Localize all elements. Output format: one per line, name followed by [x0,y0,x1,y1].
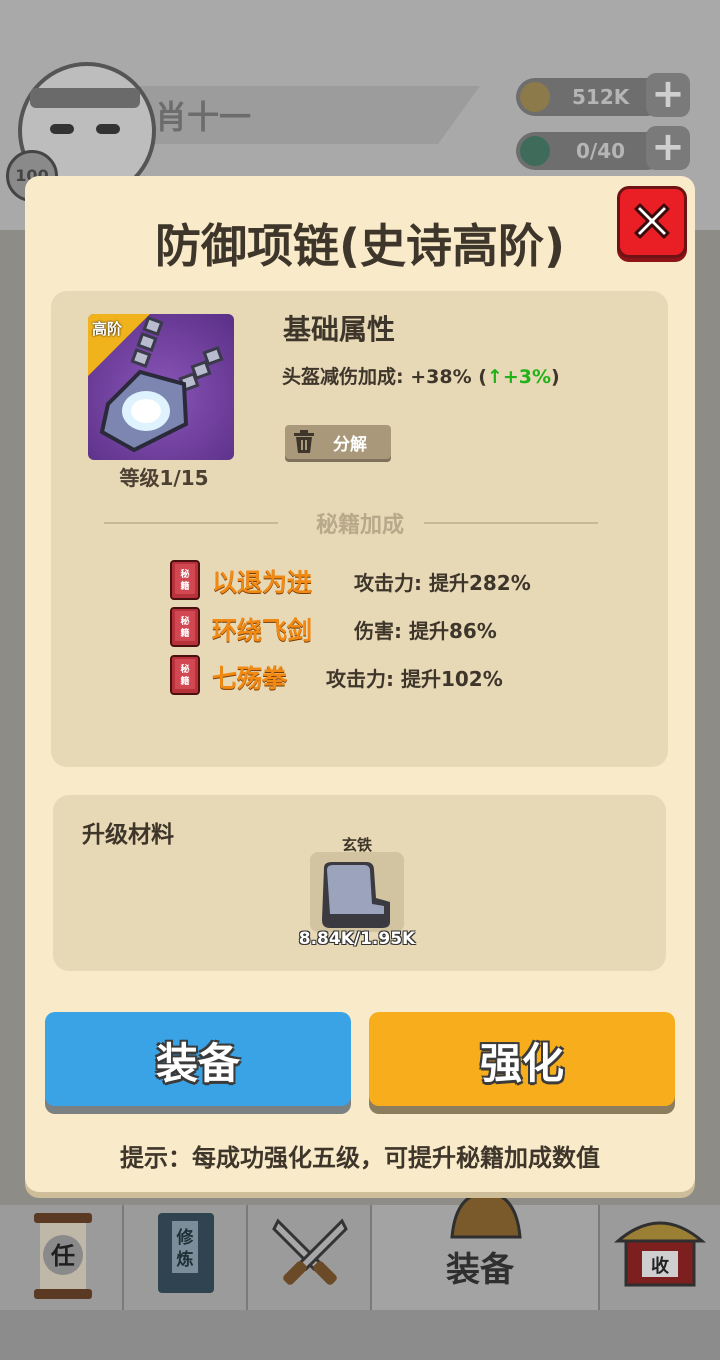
item-level: 等级1/15 [119,466,209,490]
material-slot[interactable] [310,852,404,932]
svg-text:秘: 秘 [180,615,189,627]
decompose-button[interactable]: 分解 [285,425,391,459]
base-attributes-title: 基础属性 [283,313,396,346]
secret-book-icon: 秘 籍 [170,655,200,695]
svg-text:秘: 秘 [180,568,189,580]
book-icon: 修 炼 [158,1213,214,1293]
trash-icon [294,430,314,453]
svg-text:籍: 籍 [179,580,189,592]
svg-text:籍: 籍 [179,627,189,639]
nav-cultivate-tab[interactable]: 修 炼 [124,1205,248,1310]
equip-button[interactable]: 装备 [45,1012,351,1106]
material-count: 8.84K/1.95K [298,929,416,949]
enhance-hint: 提示：每成功强化五级，可提升秘籍加成数值 [120,1144,600,1172]
shop-icon: 收 [614,1221,706,1287]
skill-name: 环绕飞剑 [212,616,313,645]
stat-label: 头盔减伤加成: +38% ( [282,366,487,388]
add-coin-button[interactable]: + [646,73,690,117]
secret-book-icon: 秘 籍 [170,560,200,600]
add-energy-button[interactable]: + [646,126,690,170]
avatar-eye [50,124,74,134]
svg-text:籍: 籍 [179,675,189,687]
nav-task-tab[interactable]: 任 [0,1205,124,1310]
nav-task-glyph: 任 [50,1242,75,1270]
decompose-label: 分解 [333,435,367,455]
gem-value: 0/40 [576,139,626,163]
nav-battle-tab[interactable] [248,1205,372,1310]
skill-name: 七殇拳 [212,664,288,693]
stat-bonus: +3% [502,366,552,388]
crossed-swords-icon [272,1218,348,1285]
dialog-title: 防御项链(史诗高阶) [154,219,566,273]
enhance-button-label: 强化 [479,1039,564,1088]
player-name: 肖十一 [155,98,252,136]
nav-collect-glyph: 收 [651,1255,669,1277]
svg-text:修: 修 [176,1227,195,1248]
headband-icon [30,88,140,108]
svg-text:秘: 秘 [180,663,189,675]
close-button[interactable] [617,186,687,258]
base-stat-line: 头盔减伤加成: +38% (↑+3%) [282,362,560,389]
svg-text:炼: 炼 [177,1249,194,1270]
stat-close: ) [551,366,560,388]
skill-effect: 伤害: 提升86% [354,619,497,643]
avatar-eye [96,124,120,134]
energy-icon [520,136,550,166]
skill-name: 以退为进 [212,568,313,597]
iron-ore-icon [322,862,390,928]
stat-up-arrow-icon: ↑ [486,366,503,388]
skill-effect: 攻击力: 提升102% [326,667,503,691]
skill-effect: 攻击力: 提升282% [354,571,531,595]
nav-equip-label: 装备 [446,1250,514,1290]
equip-button-label: 装备 [155,1039,240,1088]
close-icon [634,203,670,239]
tier-tag-text: 高阶 [92,320,123,338]
secret-bonus-title: 秘籍加成 [315,513,404,538]
enhance-button[interactable]: 强化 [369,1012,675,1106]
material-title: 升级材料 [82,822,174,848]
secret-book-icon: 秘 籍 [170,607,200,647]
scroll-icon: 任 [34,1213,92,1299]
item-frame[interactable]: 高阶 [88,314,234,460]
helmet-icon [450,1191,522,1239]
nav-collect-tab[interactable]: 收 [600,1205,720,1310]
coin-value: 512K [572,85,630,109]
coin-icon [520,82,550,112]
